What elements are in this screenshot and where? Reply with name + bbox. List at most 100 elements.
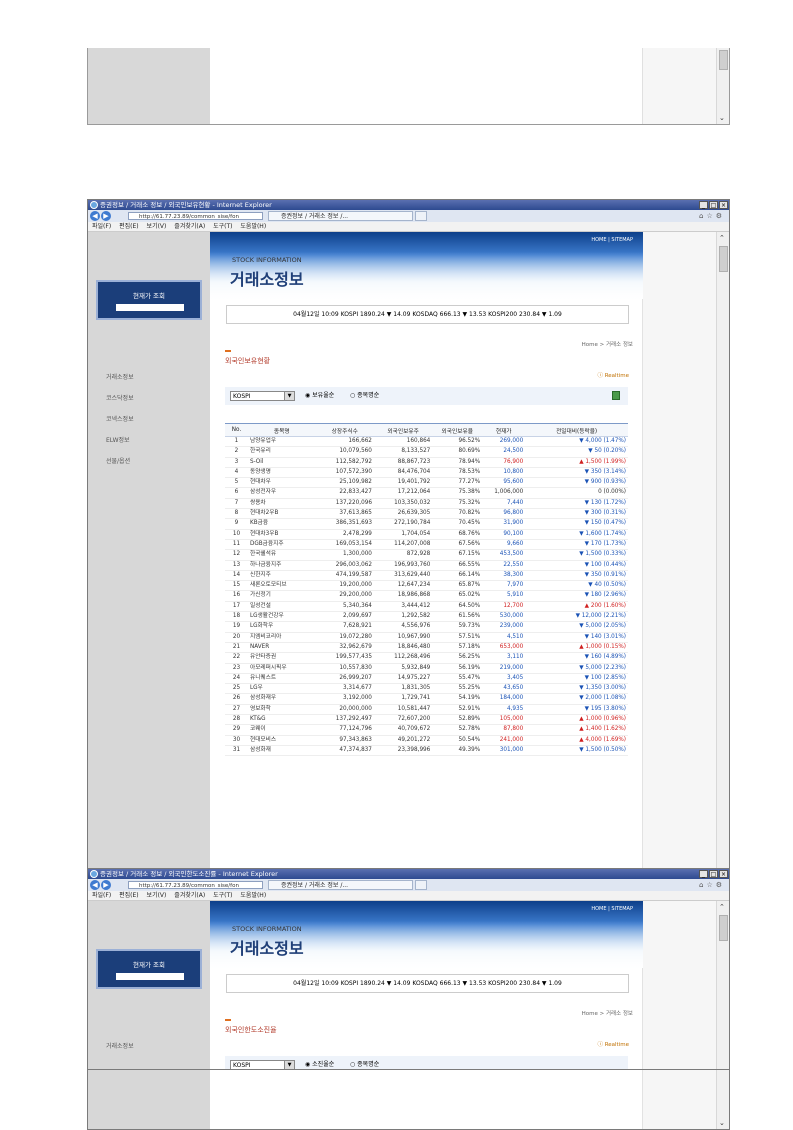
table-row[interactable]: 27 영보화학 20,000,000 10,581,447 52.91% 4,935 ▼ 1…	[225, 704, 628, 716]
table-row[interactable]: 2 한국유리 10,079,560 8,133,527 80.69% 24,500 ▼ 50…	[225, 446, 628, 458]
table-row[interactable]: 5 현대차우 25,109,982 19,401,792 77.27% 95,600 ▼ 9…	[225, 477, 628, 489]
table-row[interactable]: 26 삼성화재우 3,192,000 1,729,741 54.19% 184,000 ▼ …	[225, 693, 628, 705]
table-cell[interactable]: 현대모비스	[247, 735, 316, 746]
table-cell[interactable]: LG화학우	[247, 621, 316, 633]
table-row[interactable]: 20 지엠비코리아 19,072,280 10,967,990 57.51% 4,510 ▼…	[225, 632, 628, 643]
chevron-down-icon[interactable]: ▼	[284, 1061, 294, 1069]
url-input[interactable]: http://61.77.23.89/common_sise/fon	[128, 212, 263, 220]
table-cell[interactable]: 현대차우	[247, 477, 316, 489]
table-row[interactable]: 30 현대모비스 97,343,863 49,201,272 50.54% 241,000…	[225, 735, 628, 746]
table-row[interactable]: 28 KT&G 137,292,497 72,607,200 52.89% 105,000…	[225, 714, 628, 726]
table-cell[interactable]: KT&G	[247, 714, 316, 726]
toolbar-icons[interactable]: ⌂☆⚙	[699, 210, 725, 222]
table-cell[interactable]: KB금융	[247, 518, 316, 530]
table-row[interactable]: 18 LG생활건강우 2,099,697 1,292,582 61.56% 530,000…	[225, 611, 628, 623]
home-sitemap-links[interactable]: HOME | SITEMAP	[591, 906, 633, 912]
table-row[interactable]: 4 동양생명 107,572,390 84,476,704 78.53% 10,800 ▼ …	[225, 467, 628, 479]
maximize-button[interactable]: □	[709, 870, 718, 878]
back-icon[interactable]: ◀	[90, 211, 100, 221]
scrollbar-track[interactable]: ⌃	[717, 901, 729, 1069]
radio-holding-rate[interactable]: ◉ 보유율순	[305, 387, 334, 405]
chevron-down-icon[interactable]: ▼	[284, 392, 294, 400]
market-select[interactable]: KOSPI ▼	[230, 391, 295, 401]
table-cell[interactable]: 유안타증권	[247, 652, 316, 664]
forward-icon[interactable]: ▶	[101, 880, 111, 890]
table-cell[interactable]: S-Oil	[247, 457, 316, 468]
scroll-down-icon[interactable]: ⌄	[719, 1119, 725, 1127]
table-cell[interactable]: NAVER	[247, 642, 316, 654]
sidebar-item-futures[interactable]: 선물/옵션	[106, 451, 134, 472]
realtime-badge[interactable]: ⓘ Realtime	[597, 371, 629, 379]
menu-file[interactable]: 파일(F)	[92, 223, 111, 230]
table-cell[interactable]: 영보화학	[247, 704, 316, 716]
table-cell[interactable]: 남양유업우	[247, 436, 316, 448]
table-row[interactable]: 25 LG우 3,314,677 1,831,305 55.25% 43,650 ▼ 1,3…	[225, 683, 628, 695]
table-row[interactable]: 12 한국쉘석유 1,300,000 872,928 67.15% 453,500 ▼ 1,…	[225, 549, 628, 561]
minimize-button[interactable]: _	[699, 870, 708, 878]
table-row[interactable]: 10 현대차3우B 2,478,299 1,704,054 68.76% 90,100 ▼ …	[225, 529, 628, 540]
vertical-scrollbar[interactable]: ⌄	[716, 48, 729, 124]
sidebar-item-kospi[interactable]: 거래소정보	[106, 367, 134, 388]
current-price-input[interactable]	[116, 973, 184, 980]
maximize-button[interactable]: □	[709, 201, 718, 209]
market-select[interactable]: KOSPI ▼	[230, 1060, 295, 1069]
table-cell[interactable]: LG생활건강우	[247, 611, 316, 623]
table-row[interactable]: 19 LG화학우 7,628,921 4,556,976 59.73% 239,000 ▼ …	[225, 621, 628, 633]
sidebar-item-konex[interactable]: 코넥스정보	[106, 409, 134, 430]
table-cell[interactable]: 새론오토모티브	[247, 580, 316, 592]
menu-help[interactable]: 도움말(H)	[240, 892, 266, 899]
forward-icon[interactable]: ▶	[101, 211, 111, 221]
table-cell[interactable]: LG우	[247, 683, 316, 695]
menu-view[interactable]: 보기(V)	[147, 223, 167, 230]
table-row[interactable]: 7 쌍용차 137,220,096 103,350,032 75.32% 7,440 ▼ 1…	[225, 498, 628, 510]
table-row[interactable]: 29 코웨이 77,124,796 40,709,672 52.78% 87,800 ▲ 1…	[225, 724, 628, 736]
table-row[interactable]: 6 삼성전자우 22,833,427 17,212,064 75.38% 1,006,00…	[225, 487, 628, 499]
scroll-up-icon[interactable]: ⌃	[719, 903, 725, 911]
current-price-input[interactable]	[116, 304, 184, 311]
menu-tools[interactable]: 도구(T)	[213, 223, 232, 230]
close-button[interactable]: ×	[719, 201, 728, 209]
url-input[interactable]: http://61.77.23.89/common_sise/fon	[128, 881, 263, 889]
table-row[interactable]: 24 유니퀘스트 26,999,207 14,975,227 55.47% 3,405 ▼ …	[225, 673, 628, 685]
table-cell[interactable]: DGB금융지주	[247, 539, 316, 551]
menu-help[interactable]: 도움말(H)	[240, 223, 266, 230]
table-cell[interactable]: 유니퀘스트	[247, 673, 316, 685]
sidebar-item-kospi[interactable]: 거래소정보	[106, 1036, 134, 1057]
table-cell[interactable]: 아모레퍼시픽우	[247, 663, 316, 674]
table-cell[interactable]: 현대차3우B	[247, 529, 316, 540]
table-row[interactable]: 31 삼성화재 47,374,837 23,398,996 49.39% 301,000 ▼…	[225, 745, 628, 757]
close-button[interactable]: ×	[719, 870, 728, 878]
table-cell[interactable]: 하나금융지주	[247, 560, 316, 571]
table-row[interactable]: 11 DGB금융지주 169,053,154 114,207,008 67.56% 9,6…	[225, 539, 628, 551]
menu-file[interactable]: 파일(F)	[92, 892, 111, 899]
table-cell[interactable]: 삼성화재	[247, 745, 316, 757]
new-tab-button[interactable]	[415, 880, 427, 890]
radio-limit-rate[interactable]: ◉ 소진율순	[305, 1056, 334, 1069]
table-row[interactable]: 23 아모레퍼시픽우 10,557,830 5,932,849 56.19% 219,00…	[225, 663, 628, 674]
table-cell[interactable]: 가신정기	[247, 590, 316, 602]
minimize-button[interactable]: _	[699, 201, 708, 209]
table-row[interactable]: 1 남양유업우 166,662 160,864 96.52% 269,000 ▼ 4,000…	[225, 436, 628, 448]
scroll-up-icon[interactable]: ⌃	[719, 234, 725, 242]
home-sitemap-links[interactable]: HOME | SITEMAP	[591, 237, 633, 243]
sidebar-item-kosdaq[interactable]: 코스닥정보	[106, 388, 134, 409]
toolbar-icons[interactable]: ⌂☆⚙	[699, 879, 725, 891]
menu-favorites[interactable]: 즐겨찾기(A)	[174, 892, 205, 899]
table-row[interactable]: 3 S-Oil 112,582,792 88,867,723 78.94% 76,900 ▲…	[225, 457, 628, 468]
back-icon[interactable]: ◀	[90, 880, 100, 890]
vertical-scrollbar[interactable]: ⌃	[716, 901, 729, 1069]
table-cell[interactable]: 한국쉘석유	[247, 549, 316, 561]
table-cell[interactable]: 한국유리	[247, 446, 316, 458]
browser-tab[interactable]: 증권정보 / 거래소 정보 /...	[268, 211, 413, 221]
table-cell[interactable]: 쌍용차	[247, 498, 316, 510]
table-cell[interactable]: 신한지주	[247, 570, 316, 582]
table-row[interactable]: 21 NAVER 32,962,679 18,846,480 57.18% 653,000…	[225, 642, 628, 654]
browser-tab[interactable]: 증권정보 / 거래소 정보 /...	[268, 880, 413, 890]
scrollbar-thumb[interactable]	[719, 50, 728, 70]
table-cell[interactable]: 삼성전자우	[247, 487, 316, 499]
sidebar-item-elw[interactable]: ELW정보	[106, 430, 134, 451]
table-cell[interactable]: 동양생명	[247, 467, 316, 479]
table-cell[interactable]: 지엠비코리아	[247, 632, 316, 643]
scrollbar-thumb[interactable]	[719, 246, 728, 272]
table-row[interactable]: 8 현대차2우B 37,613,865 26,639,305 70.82% 96,800 ▼…	[225, 508, 628, 520]
